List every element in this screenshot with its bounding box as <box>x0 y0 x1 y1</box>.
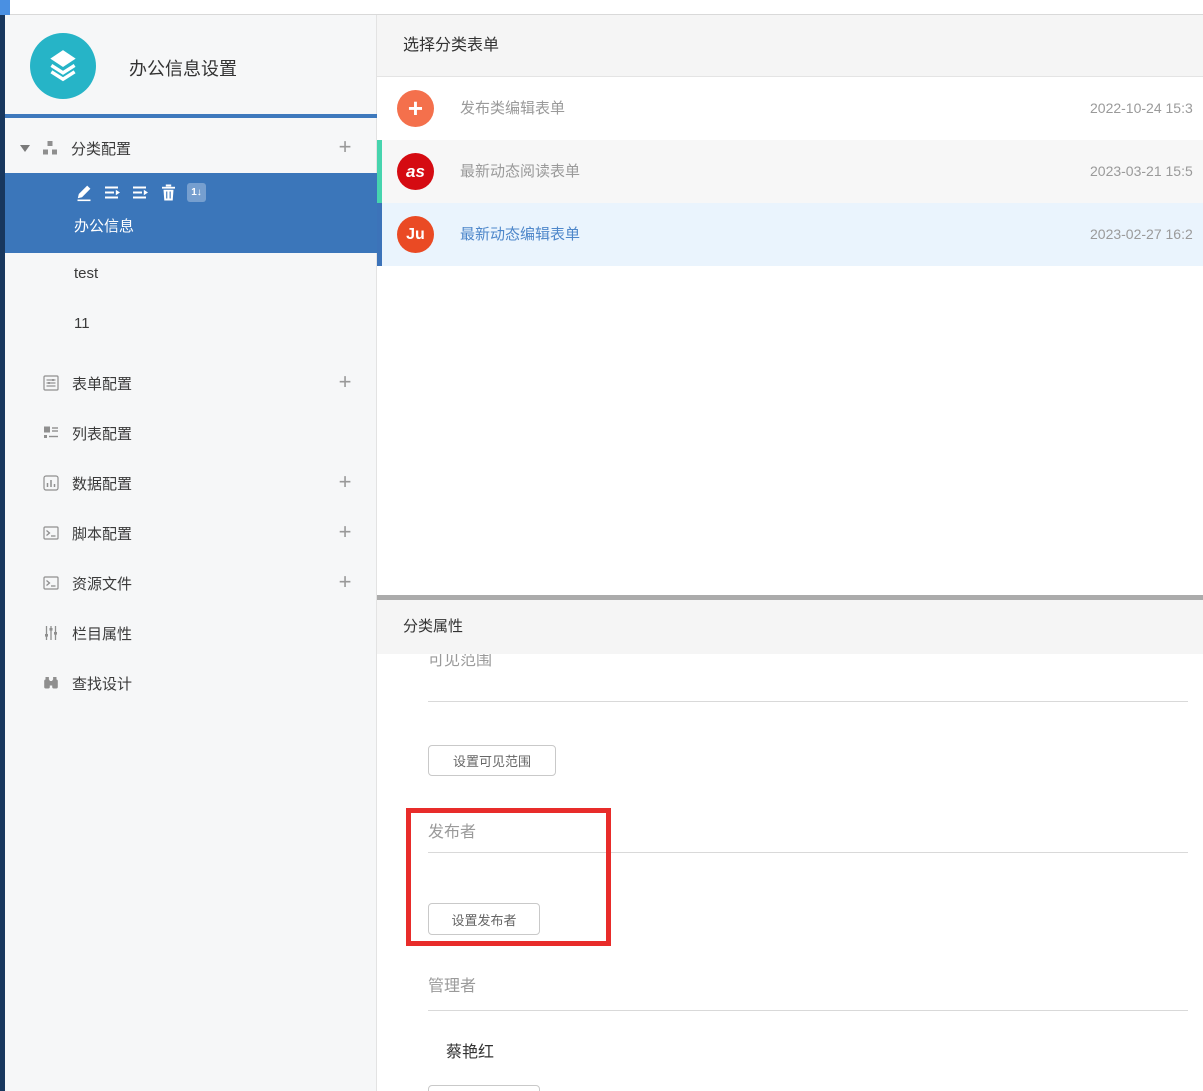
properties-title: 分类属性 <box>403 618 464 635</box>
tree-item-label: 脚本配置 <box>72 525 133 543</box>
app-logo <box>30 33 96 99</box>
form-icon <box>43 375 59 391</box>
tree-item-label: 列表配置 <box>72 425 133 443</box>
add-form-button[interactable]: + <box>327 365 363 401</box>
tree-item-label: 栏目属性 <box>72 625 133 643</box>
form-row-label: 发布类编辑表单 <box>460 100 566 117</box>
sidebar-item-form-config[interactable]: 表单配置 + <box>5 365 377 401</box>
window-accent-square <box>0 0 10 15</box>
field-underline <box>428 1010 1188 1011</box>
addthis-plus-icon: + <box>397 90 434 127</box>
caret-down-icon[interactable] <box>20 144 30 152</box>
main-panel: 选择分类表单 + 发布类编辑表单 2022-10-24 15:3 as 最新动态… <box>377 15 1203 1091</box>
trash-icon[interactable] <box>159 183 178 202</box>
top-bar <box>0 0 1203 15</box>
form-row-latest-edit-selected[interactable]: Ju 最新动态编辑表单 2023-02-27 16:2 <box>377 203 1203 266</box>
list-arrow-icon[interactable] <box>131 183 150 202</box>
lastfm-icon: as <box>397 153 434 190</box>
sidebar-item-resource-files[interactable]: 资源文件 + <box>5 565 377 601</box>
field-underline <box>428 701 1188 702</box>
sidebar-item-11[interactable]: 11 <box>74 315 90 332</box>
terminal-icon <box>43 526 59 540</box>
sidebar-item-script-config[interactable]: 脚本配置 + <box>5 515 377 551</box>
tree-item-label: 资源文件 <box>72 575 133 593</box>
row-indicator-bar <box>377 203 382 266</box>
sort-order-icon[interactable]: 1↓ <box>187 183 206 202</box>
org-blocks-icon <box>43 141 57 155</box>
form-list-title: 选择分类表单 <box>403 37 500 54</box>
sidebar-item-list-config[interactable]: 列表配置 <box>5 415 377 451</box>
properties-form: 可见范围 设置可见范围 发布者 设置发布者 管理者 蔡艳红 <box>377 654 1203 1091</box>
layers-icon <box>50 50 76 82</box>
form-row-label: 最新动态编辑表单 <box>460 226 581 243</box>
add-script-button[interactable]: + <box>327 515 363 551</box>
edit-pencil-icon[interactable] <box>75 183 94 202</box>
visible-range-label: 可见范围 <box>428 654 493 669</box>
properties-header: 分类属性 <box>377 600 1203 654</box>
form-row-date: 2022-10-24 15:3 <box>1090 100 1193 116</box>
add-category-button[interactable]: + <box>327 130 363 166</box>
add-resource-button[interactable]: + <box>327 565 363 601</box>
form-row-date: 2023-03-21 15:5 <box>1090 163 1193 179</box>
terminal-icon <box>43 576 59 590</box>
set-manager-button[interactable] <box>428 1085 540 1091</box>
form-row-latest-read[interactable]: as 最新动态阅读表单 2023-03-21 15:5 <box>377 140 1203 203</box>
sidebar-item-search-design[interactable]: 查找设计 <box>5 665 377 701</box>
tree-item-label: 表单配置 <box>72 375 133 393</box>
manager-label: 管理者 <box>428 978 477 995</box>
publisher-label: 发布者 <box>428 824 477 841</box>
sidebar: 办公信息设置 分类配置 + 1↓ 办公信息 test 11 表单配置 + 列表配… <box>5 15 377 1091</box>
stumbleupon-icon: Ju <box>397 216 434 253</box>
set-publisher-button[interactable]: 设置发布者 <box>428 903 540 935</box>
form-row-publish-edit[interactable]: + 发布类编辑表单 2022-10-24 15:3 <box>377 77 1203 140</box>
sidebar-item-office-info-selected[interactable]: 1↓ 办公信息 <box>5 173 377 253</box>
form-row-label: 最新动态阅读表单 <box>460 163 581 180</box>
tree-item-label: 分类配置 <box>71 140 132 158</box>
set-visible-range-button[interactable]: 设置可见范围 <box>428 745 556 776</box>
binoculars-icon <box>44 677 58 689</box>
add-data-button[interactable]: + <box>327 465 363 501</box>
list-arrow-icon[interactable] <box>103 183 122 202</box>
sidebar-item-data-config[interactable]: 数据配置 + <box>5 465 377 501</box>
sliders-icon <box>45 626 57 640</box>
field-underline <box>428 852 1188 853</box>
form-list-header: 选择分类表单 <box>377 15 1203 77</box>
form-row-date: 2023-02-27 16:2 <box>1090 226 1193 242</box>
tree-item-label: 数据配置 <box>72 475 133 493</box>
sidebar-item-category-config[interactable]: 分类配置 + <box>5 130 377 166</box>
manager-value: 蔡艳红 <box>446 1044 495 1061</box>
sidebar-divider <box>5 114 377 118</box>
tree-item-label: 查找设计 <box>72 675 133 693</box>
row-indicator-bar <box>377 140 382 203</box>
tree-item-label: 办公信息 <box>74 218 135 235</box>
chart-icon <box>43 475 59 491</box>
sidebar-item-column-properties[interactable]: 栏目属性 <box>5 615 377 651</box>
list-icon <box>44 426 58 438</box>
sidebar-item-test[interactable]: test <box>74 265 98 282</box>
app-title: 办公信息设置 <box>129 59 237 79</box>
